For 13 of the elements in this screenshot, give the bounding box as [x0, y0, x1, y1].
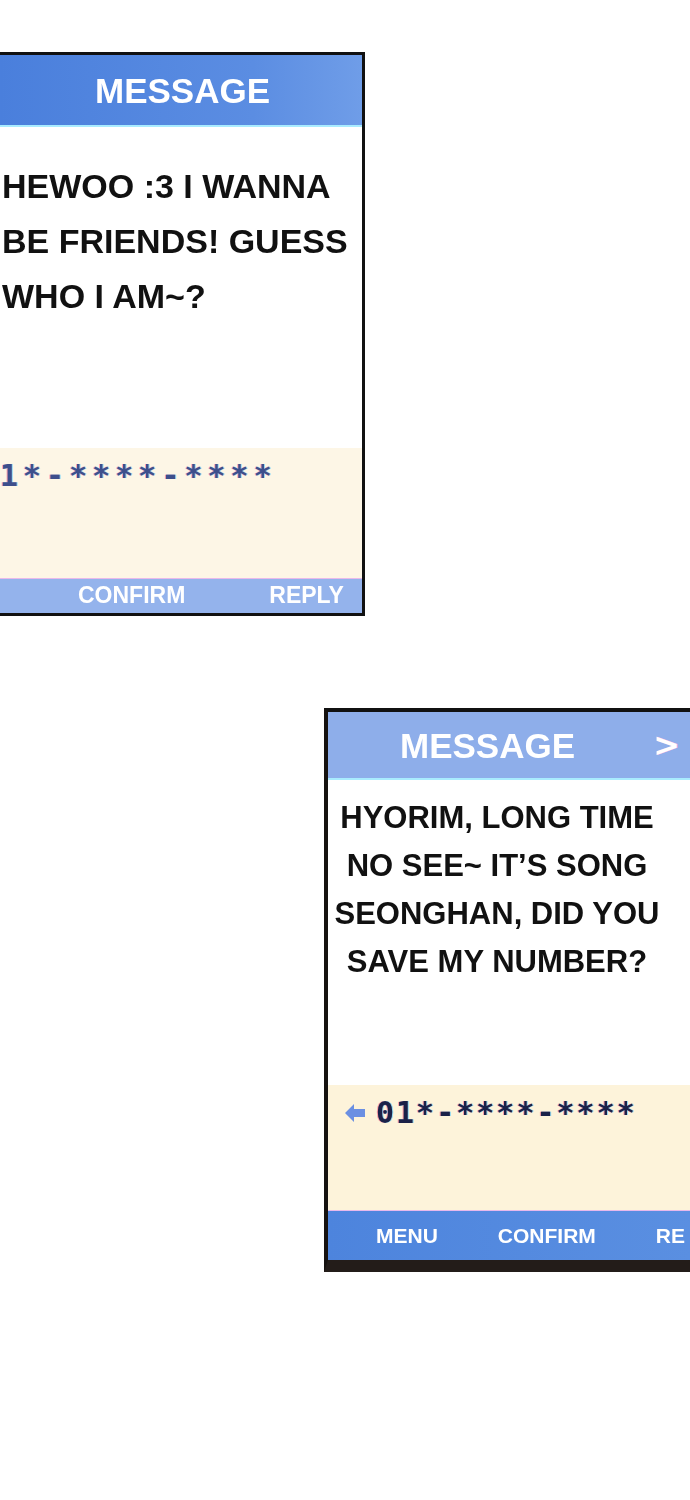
- softkey-button[interactable]: MENU: [376, 1223, 438, 1248]
- sender-number: 1*-****-****: [0, 460, 277, 492]
- softkey-button[interactable]: CONFIRM: [78, 583, 186, 609]
- message-text: HEWOO :3 I WANNA BE FRIENDS! GUESS WHO I AM~?: [2, 166, 348, 317]
- next-arrow[interactable]: >: [653, 729, 680, 761]
- message-text: HYORIM, LONG TIME NO SEE~ IT’S SONG SEONGHAN, DID YOU SAVE MY NUMBER?: [334, 799, 660, 981]
- screen-title: MESSAGE: [400, 727, 576, 763]
- softkey-button[interactable]: REPLY: [269, 583, 344, 609]
- sender-number: 01*-****-****: [376, 1097, 637, 1129]
- softkey-button[interactable]: CONFIRM: [497, 1223, 596, 1248]
- left-arrow-icon: [345, 1104, 365, 1122]
- softkey-button[interactable]: RE: [655, 1223, 686, 1248]
- screen-title: MESSAGE: [95, 72, 271, 108]
